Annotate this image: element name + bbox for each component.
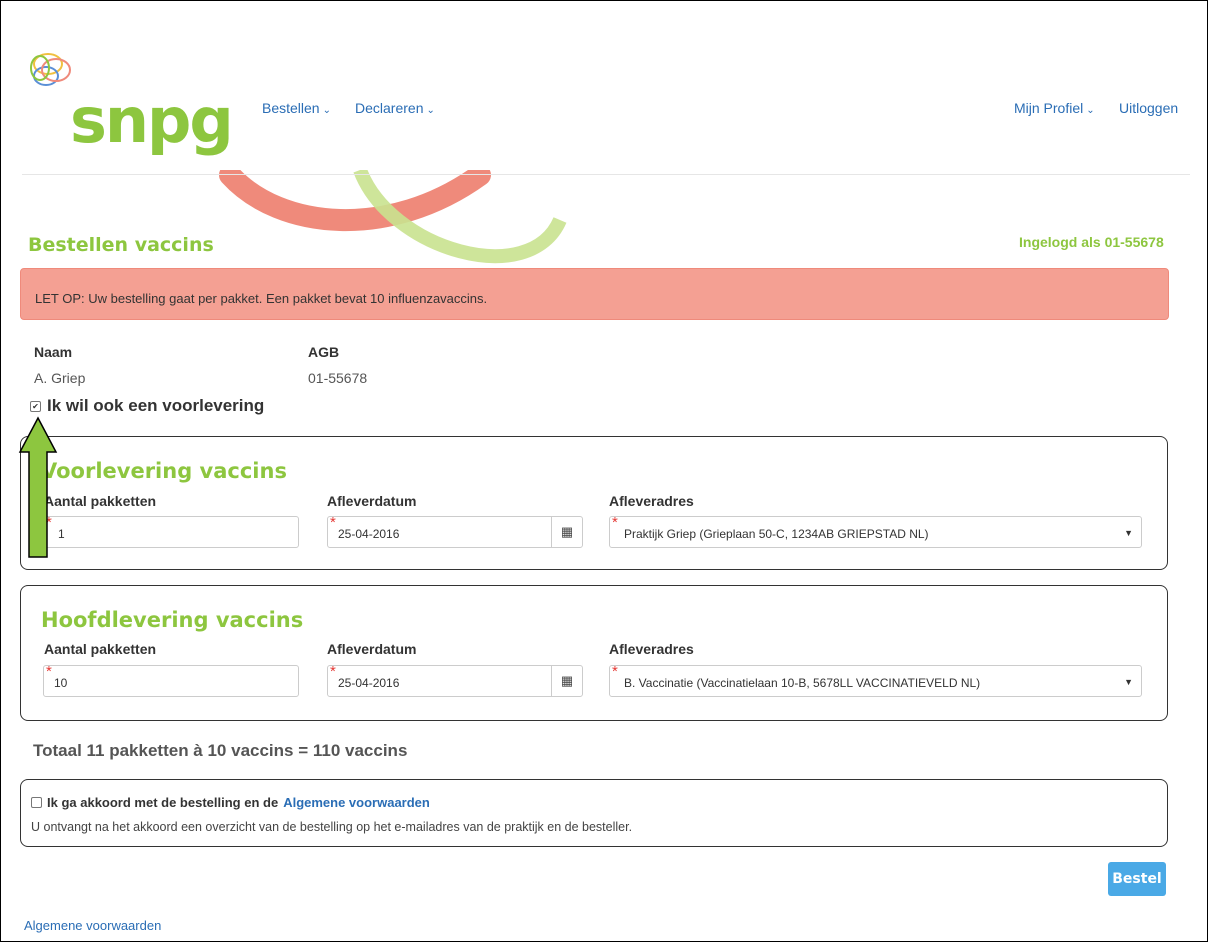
hoofdlevering-date-value: 25-04-2016: [338, 676, 400, 690]
required-asterisk: *: [330, 663, 336, 680]
hoofdlevering-address-label: Afleveradres: [609, 641, 694, 657]
preorder-checkbox-row[interactable]: ✔ Ik wil ook een voorlevering: [30, 396, 264, 416]
nav-uitloggen[interactable]: Uitloggen: [1119, 100, 1178, 116]
agreement-terms-link[interactable]: Algemene voorwaarden: [283, 795, 430, 810]
alert-text: LET OP: Uw bestelling gaat per pakket. E…: [35, 291, 488, 306]
voorlevering-date-value: 25-04-2016: [338, 527, 400, 541]
name-value: A. Griep: [34, 370, 86, 386]
agb-label: AGB: [308, 344, 340, 360]
nav-profiel-label: Mijn Profiel: [1014, 100, 1084, 116]
hoofdlevering-address-value: B. Vaccinatie (Vaccinatielaan 10-B, 5678…: [624, 676, 981, 690]
agb-value: 01-55678: [308, 370, 368, 386]
preorder-checkbox[interactable]: ✔: [30, 400, 41, 412]
voorlevering-date-input[interactable]: * 25-04-2016 ▦: [327, 514, 583, 548]
agreement-checkbox-row[interactable]: Ik ga akkoord met de bestelling en de Al…: [31, 795, 430, 810]
order-total: Totaal 11 pakketten à 10 vaccins = 110 v…: [33, 741, 408, 760]
voorlevering-address-label: Afleveradres: [609, 493, 694, 509]
agreement-note: U ontvangt na het akkoord een overzicht …: [31, 820, 633, 834]
voorlevering-qty-input[interactable]: * 1: [43, 514, 299, 548]
order-button[interactable]: Bestel: [1108, 862, 1166, 896]
hoofdlevering-panel: Hoofdlevering vaccins Aantal pakketten A…: [20, 585, 1168, 721]
hoofdlevering-qty-label: Aantal pakketten: [44, 641, 157, 657]
required-asterisk: *: [330, 514, 336, 531]
up-arrow-annotation: [18, 416, 58, 558]
hoofdlevering-title: Hoofdlevering vaccins: [41, 608, 304, 632]
voorlevering-address-value: Praktijk Griep (Grieplaan 50-C, 1234AB G…: [624, 527, 929, 541]
voorlevering-title: Voorlevering vaccins: [41, 459, 287, 483]
footer-terms-link[interactable]: Algemene voorwaarden: [24, 918, 161, 933]
hoofdlevering-date-label: Afleverdatum: [327, 641, 417, 657]
background-swoosh: [219, 170, 567, 263]
name-label: Naam: [34, 344, 73, 360]
logged-in-status: Ingelogd als 01-55678: [1019, 234, 1164, 250]
chevron-down-icon: ⌄: [322, 105, 331, 116]
voorlevering-qty-value: 1: [58, 527, 65, 541]
calendar-icon[interactable]: ▦: [551, 517, 582, 547]
voorlevering-address-select[interactable]: * Praktijk Griep (Grieplaan 50-C, 1234AB…: [609, 514, 1142, 548]
nav-bestellen[interactable]: Bestellen ⌄: [262, 100, 331, 116]
voorlevering-qty-label: Aantal pakketten: [44, 493, 157, 509]
nav-mijn-profiel[interactable]: Mijn Profiel ⌄: [1014, 100, 1095, 116]
chevron-down-icon: ⌄: [1086, 105, 1095, 116]
required-asterisk: *: [612, 663, 618, 680]
hoofdlevering-date-input[interactable]: * 25-04-2016 ▦: [327, 663, 583, 697]
agreement-label: Ik ga akkoord met de bestelling en de: [47, 795, 279, 810]
nav-declareren-label: Declareren: [355, 100, 424, 116]
hoofdlevering-qty-input[interactable]: * 10: [43, 663, 299, 697]
preorder-checkbox-label: Ik wil ook een voorlevering: [47, 396, 265, 415]
brand-logo[interactable]: snpg: [70, 84, 234, 157]
required-asterisk: *: [46, 663, 52, 680]
nav-bestellen-label: Bestellen: [262, 100, 320, 116]
chevron-down-icon: ▼: [1124, 528, 1133, 538]
header-divider: [22, 174, 1190, 175]
hoofdlevering-address-select[interactable]: * B. Vaccinatie (Vaccinatielaan 10-B, 56…: [609, 663, 1142, 697]
hoofdlevering-qty-value: 10: [54, 676, 68, 690]
alert-banner: LET OP: Uw bestelling gaat per pakket. E…: [20, 268, 1169, 320]
agreement-checkbox[interactable]: [31, 797, 42, 808]
voorlevering-date-label: Afleverdatum: [327, 493, 417, 509]
page-title: Bestellen vaccins: [28, 234, 214, 256]
nav-declareren[interactable]: Declareren ⌄: [355, 100, 435, 116]
calendar-icon[interactable]: ▦: [551, 666, 582, 696]
chevron-down-icon: ▼: [1124, 677, 1133, 687]
agreement-panel: Ik ga akkoord met de bestelling en de Al…: [20, 779, 1168, 847]
voorlevering-panel: Voorlevering vaccins Aantal pakketten Af…: [20, 436, 1168, 570]
chevron-down-icon: ⌄: [426, 105, 435, 116]
required-asterisk: *: [612, 514, 618, 531]
